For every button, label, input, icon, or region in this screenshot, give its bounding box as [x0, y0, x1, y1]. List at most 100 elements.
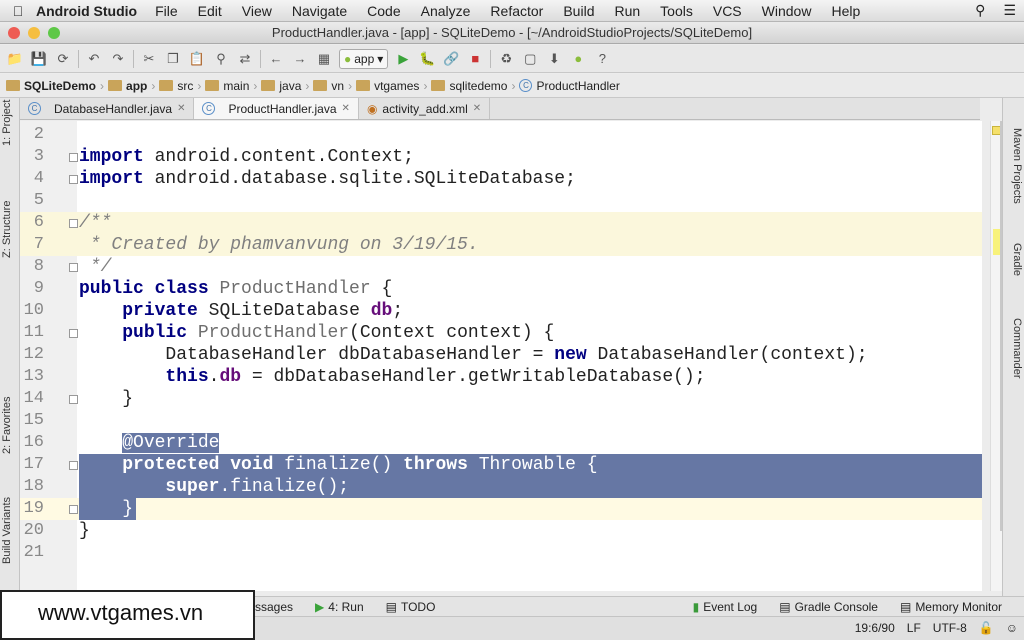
- menu-navigate[interactable]: Navigate: [292, 3, 347, 19]
- event-log-icon: ▮: [692, 599, 700, 614]
- breadcrumb-item[interactable]: app ›: [108, 79, 155, 93]
- code-line: 10 private SQLiteDatabase db;: [23, 301, 404, 321]
- memory-monitor-tool-button[interactable]: ▤ Memory Monitor: [900, 600, 1002, 614]
- menu-run[interactable]: Run: [614, 3, 640, 19]
- sdk-manager-icon[interactable]: ⬇: [545, 50, 563, 68]
- spotlight-search-icon[interactable]: ⚲: [975, 2, 985, 19]
- messages-tool-button[interactable]: ssages: [255, 600, 293, 614]
- code-editor[interactable]: 2 3 import android.content.Context; 4 impo…: [20, 121, 982, 591]
- open-folder-icon[interactable]: 📁: [6, 50, 24, 68]
- fold-marker-icon[interactable]: [69, 395, 78, 404]
- toolbar-separator: [260, 49, 261, 68]
- code-line: 11 public ProductHandler(Context context…: [23, 323, 555, 343]
- xml-file-icon: ◉: [366, 101, 378, 116]
- caret-position[interactable]: 19:6/90: [855, 621, 895, 635]
- back-arrow-icon[interactable]: ←: [267, 50, 285, 68]
- code-line: 13 this.db = dbDatabaseHandler.getWritab…: [23, 367, 706, 387]
- menu-help[interactable]: Help: [831, 3, 860, 19]
- app-menu[interactable]: Android Studio: [36, 3, 137, 19]
- menu-tools[interactable]: Tools: [660, 3, 693, 19]
- menu-view[interactable]: View: [242, 3, 272, 19]
- menu-build[interactable]: Build: [563, 3, 594, 19]
- breadcrumb-item[interactable]: SQLiteDemo ›: [6, 79, 104, 93]
- breadcrumb-item[interactable]: src ›: [159, 79, 201, 93]
- menu-analyze[interactable]: Analyze: [421, 3, 471, 19]
- menu-code[interactable]: Code: [367, 3, 400, 19]
- replace-icon[interactable]: ⇄: [236, 50, 254, 68]
- gradle-tool-button[interactable]: Gradle: [1011, 243, 1023, 276]
- breadcrumb-item[interactable]: main ›: [205, 79, 257, 93]
- save-all-icon[interactable]: 💾: [30, 50, 48, 68]
- tab-databasehandler[interactable]: C DatabaseHandler.java ✕: [20, 98, 195, 119]
- breadcrumb-item[interactable]: sqlitedemo ›: [431, 79, 515, 93]
- chevron-down-icon: ▾: [377, 51, 384, 66]
- run-icon[interactable]: ▶: [394, 50, 412, 68]
- code-line: 8 */: [33, 257, 112, 277]
- find-icon[interactable]: ⚲: [212, 50, 230, 68]
- gradle-console-tool-button[interactable]: ▤ Gradle Console: [779, 600, 878, 614]
- tab-activity-add-xml[interactable]: ◉ activity_add.xml ✕: [359, 98, 491, 119]
- paste-icon[interactable]: 📋: [188, 50, 206, 68]
- debug-icon[interactable]: 🐛: [418, 50, 436, 68]
- android-device-monitor-icon[interactable]: ●: [569, 50, 587, 68]
- breadcrumb-item[interactable]: java ›: [261, 79, 309, 93]
- run-icon: ▶: [315, 599, 325, 614]
- redo-icon[interactable]: ↷: [109, 50, 127, 68]
- scrollbar-thumb[interactable]: [992, 121, 1002, 531]
- menu-window[interactable]: Window: [762, 3, 812, 19]
- fold-marker-icon[interactable]: [69, 505, 78, 514]
- undo-icon[interactable]: ↶: [85, 50, 103, 68]
- close-icon[interactable]: ✕: [177, 103, 185, 114]
- make-project-icon[interactable]: ▦: [315, 50, 333, 68]
- fold-marker-icon[interactable]: [69, 219, 78, 228]
- fold-marker-icon[interactable]: [69, 263, 78, 272]
- close-icon[interactable]: ✕: [473, 103, 481, 114]
- forward-arrow-icon[interactable]: →: [291, 50, 309, 68]
- cut-icon[interactable]: ✂: [140, 50, 158, 68]
- close-icon[interactable]: ✕: [342, 103, 350, 114]
- sync-icon[interactable]: ⟳: [54, 50, 72, 68]
- breadcrumb-item[interactable]: vtgames ›: [356, 79, 427, 93]
- lock-icon[interactable]: 🔓: [979, 621, 994, 635]
- build-variants-tool-button[interactable]: Build Variants: [1, 497, 13, 564]
- menu-file[interactable]: File: [155, 3, 178, 19]
- fold-marker-icon[interactable]: [69, 175, 78, 184]
- folder-icon: [261, 80, 276, 91]
- run-tool-button[interactable]: ▶ 4: Run: [315, 600, 364, 614]
- notification-list-icon[interactable]: ☰: [1003, 2, 1016, 19]
- gradle-sync-icon[interactable]: ♻: [497, 50, 515, 68]
- stop-icon[interactable]: ■: [466, 50, 484, 68]
- tab-producthandler[interactable]: C ProductHandler.java ✕: [194, 98, 359, 119]
- class-icon: C: [28, 102, 41, 115]
- line-number: 17: [20, 454, 79, 476]
- breadcrumb-item[interactable]: C ProductHandler: [519, 79, 620, 93]
- fold-marker-icon[interactable]: [69, 153, 78, 162]
- code-line: 14 }: [23, 389, 134, 409]
- editor-scrollbar[interactable]: [990, 121, 1002, 591]
- breadcrumb-item[interactable]: vn ›: [313, 79, 352, 93]
- attach-debugger-icon[interactable]: 🔗: [442, 50, 460, 68]
- menu-refactor[interactable]: Refactor: [490, 3, 543, 19]
- fold-marker-icon[interactable]: [69, 461, 78, 470]
- maven-projects-tool-button[interactable]: Maven Projects: [1011, 128, 1023, 204]
- todo-tool-button[interactable]: ▤ TODO: [386, 600, 436, 614]
- inspector-icon[interactable]: ☺: [1006, 621, 1018, 635]
- menu-edit[interactable]: Edit: [198, 3, 222, 19]
- copy-icon[interactable]: ❐: [164, 50, 182, 68]
- line-separator-select[interactable]: LF: [907, 621, 921, 635]
- apple-icon[interactable]: : [0, 3, 36, 19]
- commander-tool-button[interactable]: Commander: [1011, 318, 1023, 379]
- project-tool-button[interactable]: 1: Project: [1, 100, 13, 146]
- help-icon[interactable]: ?: [593, 50, 611, 68]
- run-configuration-select[interactable]: ● app ▾: [339, 48, 389, 69]
- menu-vcs[interactable]: VCS: [713, 3, 742, 19]
- event-log-tool-button[interactable]: ▮ Event Log: [693, 600, 758, 614]
- code-line: 4 import android.database.sqlite.SQLiteDa…: [33, 169, 576, 189]
- avd-manager-icon[interactable]: ▢: [521, 50, 539, 68]
- folder-icon: [205, 80, 220, 91]
- structure-tool-button[interactable]: Z: Structure: [1, 201, 13, 258]
- encoding-select[interactable]: UTF-8: [933, 621, 967, 635]
- code-line: 21: [23, 543, 44, 562]
- fold-marker-icon[interactable]: [69, 329, 78, 338]
- favorites-tool-button[interactable]: 2: Favorites: [1, 397, 13, 454]
